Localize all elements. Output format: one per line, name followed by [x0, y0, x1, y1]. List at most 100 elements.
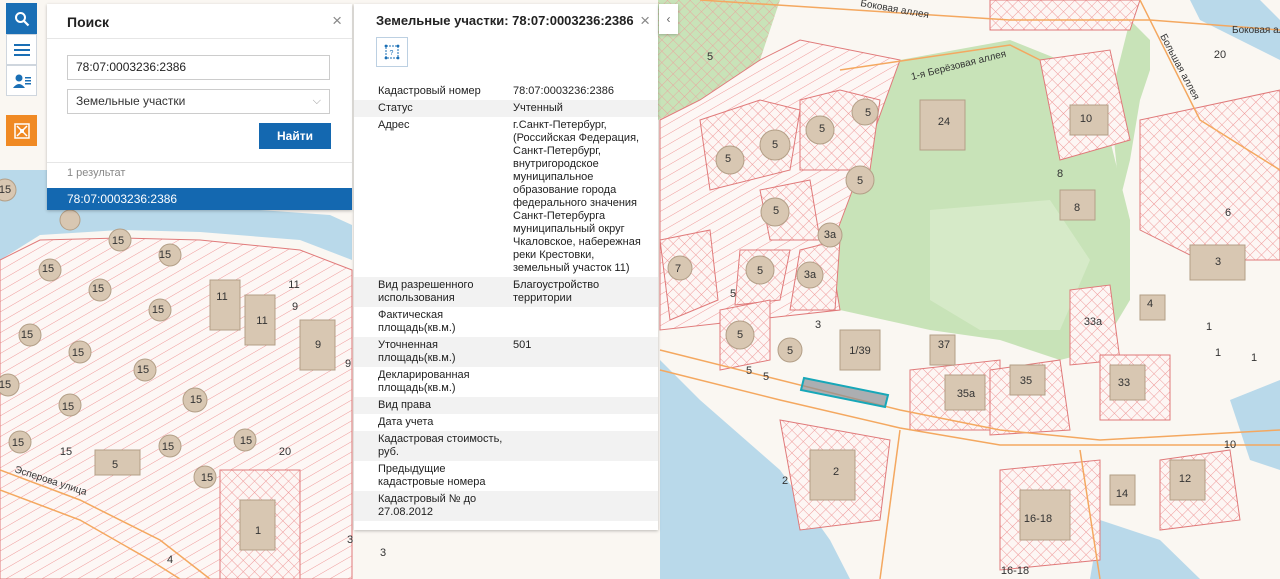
user-list-button[interactable] [6, 65, 37, 96]
parcel-info-panel: Земельные участки: 78:07:0003236:2386 × … [354, 4, 658, 530]
parcel-number-label: 33а [1084, 316, 1103, 328]
parcel-number-label: 4 [1147, 298, 1153, 310]
property-value: 501 [513, 339, 532, 351]
parcel-number-label: 15 [72, 347, 84, 359]
parcel-boundary-button[interactable]: ? [376, 37, 408, 67]
parcel-number-label: 35 [1020, 375, 1032, 387]
parcel-number-label: 5 [819, 123, 825, 135]
divider [47, 38, 352, 39]
divider [47, 162, 352, 163]
parcel-info-title: Земельные участки: 78:07:0003236:2386 [376, 13, 634, 28]
emblem-button[interactable] [6, 115, 37, 146]
property-row: Статус Учтенный [354, 100, 658, 117]
parcel-number-label: 15 [152, 304, 164, 316]
property-key: Предыдущие кадастровые номера [378, 463, 486, 488]
parcel-boundary-icon: ? [384, 44, 400, 60]
parcel-number-label: 1 [255, 525, 261, 537]
parcel-number-label: 15 [42, 263, 54, 275]
user-list-icon [12, 74, 31, 88]
search-panel: Поиск × 78:07:0003236:2386 Земельные уча… [47, 4, 352, 210]
parcel-number-label: 4 [167, 554, 173, 566]
parcel-number-label: 10 [1224, 439, 1236, 451]
parcel-number-label: 15 [137, 364, 149, 376]
parcel-number-label: 20 [1214, 49, 1226, 61]
emblem-icon [13, 122, 30, 139]
property-row: Вид разрешенного использования Благоустро… [354, 277, 658, 307]
parcel-number-label: 7 [675, 263, 681, 275]
parcel-number-label: 5 [757, 265, 763, 277]
parcel-number-label: 35а [957, 388, 976, 400]
parcel-number-label: 8 [1074, 202, 1080, 214]
property-row: Адрес г.Санкт-Петербург, (Российская Феде… [354, 117, 658, 277]
property-key: Вид разрешенного использования [378, 279, 474, 304]
parcel-number-label: 5 [112, 459, 118, 471]
property-row: Предыдущие кадастровые номера [354, 461, 658, 491]
parcel-number-label: 5 [773, 205, 779, 217]
search-result-item[interactable]: 78:07:0003236:2386 [47, 188, 352, 210]
property-row: Вид права [354, 397, 658, 414]
collapse-panel-button[interactable]: ‹ [659, 4, 678, 34]
parcel-number-label: 15 [0, 184, 11, 196]
parcel-number-label: 15 [62, 401, 74, 413]
property-value: г.Санкт-Петербург, (Российская Федерация… [513, 119, 641, 274]
parcel-number-label: 2 [833, 466, 839, 478]
parcel-number-label: 5 [707, 51, 713, 63]
parcel-properties-table: Кадастровый номер 78:07:0003236:2386 Стату… [354, 83, 658, 521]
parcel-number-label: 1 [1251, 352, 1257, 364]
menu-button[interactable] [6, 34, 37, 65]
property-row: Фактическая площадь(кв.м.) [354, 307, 658, 337]
search-input[interactable]: 78:07:0003236:2386 [67, 55, 330, 80]
parcel-number-label: 15 [0, 379, 11, 391]
parcel-number-label: 11 [256, 315, 267, 327]
chevron-left-icon: ‹ [666, 12, 671, 26]
property-value [513, 309, 653, 335]
property-value [513, 416, 653, 429]
property-value [513, 493, 653, 519]
parcel-number-label: 14 [1116, 488, 1128, 500]
search-tool-button[interactable] [6, 3, 37, 34]
property-row: Декларированная площадь(кв.м.) [354, 367, 658, 397]
parcel-number-label: 15 [21, 329, 33, 341]
property-value: Благоустройство территории [513, 279, 600, 304]
property-value [513, 369, 653, 395]
property-row: Дата учета [354, 414, 658, 431]
parcel-number-label: 15 [159, 249, 171, 261]
parcel-number-label: 33 [1118, 377, 1130, 389]
parcel-number-label: 15 [92, 283, 104, 295]
parcel-number-label: 5 [857, 175, 863, 187]
property-row: Уточненная площадь(кв.м.) 501 [354, 337, 658, 367]
close-icon[interactable]: × [332, 11, 342, 31]
object-type-select[interactable]: Земельные участки ⌵ [67, 89, 330, 114]
parcel-number-label: 5 [725, 153, 731, 165]
parcel-number-label: 5 [746, 365, 752, 377]
parcel-number-label: 15 [190, 394, 202, 406]
parcel-number-label: 15 [240, 435, 252, 447]
find-button[interactable]: Найти [259, 123, 331, 149]
property-value: 78:07:0003236:2386 [513, 85, 614, 97]
parcel-number-label: 37 [938, 339, 950, 351]
parcel-number-label: 1 [1215, 347, 1221, 359]
results-count: 1 результат [67, 167, 126, 179]
parcel-number-label: 3а [824, 229, 837, 241]
parcel-number-label: 5 [730, 288, 736, 300]
parcel-number-label: 16-18 [1001, 565, 1029, 577]
property-row: Кадастровый № до 27.08.2012 [354, 491, 658, 521]
parcel-number-label: 24 [938, 116, 950, 128]
parcel-number-label: 3 [1215, 256, 1221, 268]
object-type-value: Земельные участки [76, 94, 186, 108]
property-value [513, 433, 653, 459]
property-key: Уточненная площадь(кв.м.) [378, 339, 456, 364]
parcel-number-label: 12 [1179, 473, 1191, 485]
search-icon [14, 11, 29, 26]
property-key: Статус [378, 102, 413, 114]
property-key: Дата учета [378, 416, 434, 428]
property-key: Кадастровый № до 27.08.2012 [378, 493, 477, 518]
parcel-number-label: 15 [201, 472, 213, 484]
property-key: Декларированная площадь(кв.м.) [378, 369, 470, 394]
close-icon[interactable]: × [640, 11, 650, 31]
parcel-number-label: 1/39 [849, 345, 870, 357]
parcel-number-label: 3а [804, 269, 817, 281]
parcel-number-label: 9 [292, 301, 298, 313]
search-panel-title: Поиск [67, 14, 110, 30]
property-key: Кадастровая стоимость, руб. [378, 433, 503, 458]
